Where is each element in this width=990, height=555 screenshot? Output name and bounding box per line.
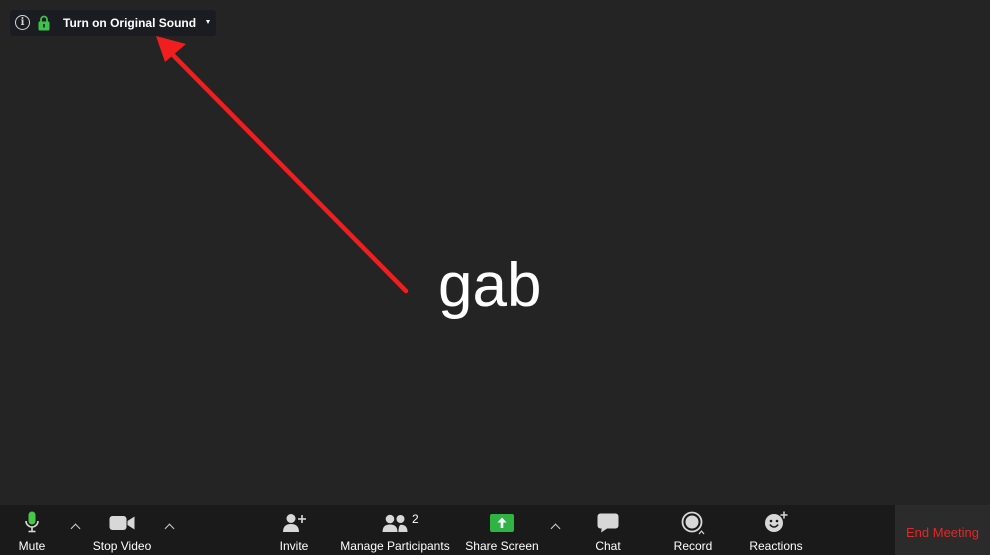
share-screen-label: Share Screen — [465, 539, 539, 553]
info-icon[interactable]: i — [15, 15, 30, 30]
manage-participants-button[interactable]: Manage Participants — [338, 505, 452, 555]
stop-video-label: Stop Video — [92, 539, 152, 553]
chat-label: Chat — [595, 539, 621, 553]
original-sound-toggle[interactable]: Turn on Original Sound — [63, 10, 196, 36]
meeting-toolbar: Mute Stop Video Invite Manage Participan… — [0, 505, 990, 555]
mute-button[interactable]: Mute — [8, 505, 56, 555]
share-screen-icon — [490, 514, 514, 532]
reactions-button[interactable]: Reactions — [746, 505, 806, 555]
caret-down-icon[interactable] — [206, 20, 210, 24]
microphone-icon — [25, 511, 39, 533]
manage-participants-label: Manage Participants — [340, 539, 450, 553]
record-icon — [681, 511, 705, 535]
reactions-label: Reactions — [749, 539, 803, 553]
chevron-up-icon[interactable] — [165, 522, 173, 530]
chevron-up-icon[interactable] — [551, 522, 559, 530]
end-meeting-button[interactable]: End Meeting — [895, 505, 990, 555]
chat-bubble-icon — [597, 513, 619, 533]
participants-icon — [382, 514, 408, 532]
invite-button[interactable]: Invite — [270, 505, 318, 555]
record-button[interactable]: Record — [667, 505, 719, 555]
video-camera-icon — [109, 516, 135, 530]
participant-count-badge: 2 — [412, 512, 419, 526]
invite-label: Invite — [279, 539, 309, 553]
add-person-icon — [283, 514, 306, 532]
chevron-up-icon[interactable] — [71, 522, 79, 530]
stop-video-button[interactable]: Stop Video — [88, 505, 156, 555]
chat-button[interactable]: Chat — [586, 505, 630, 555]
reaction-smiley-icon — [765, 511, 788, 532]
lock-icon[interactable] — [38, 15, 50, 31]
mute-label: Mute — [18, 539, 46, 553]
meeting-window: i Turn on Original Sound gab Mute Stop V… — [0, 0, 990, 555]
record-label: Record — [673, 539, 713, 553]
participant-name: gab — [438, 251, 542, 320]
share-screen-button[interactable]: Share Screen — [462, 505, 542, 555]
meeting-info-bar: i Turn on Original Sound — [10, 10, 216, 36]
